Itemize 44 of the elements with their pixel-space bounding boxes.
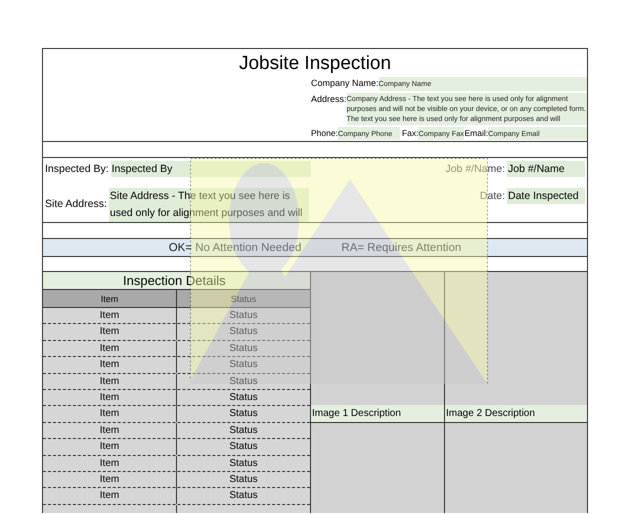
field-label: Company Name: — [311, 77, 379, 89]
image-description[interactable]: Image 1 Description — [311, 405, 445, 423]
field-label: Job #/Name: — [445, 162, 505, 177]
table-cell: Item — [43, 390, 177, 406]
legend-text: RA= Requires Attention — [341, 241, 462, 256]
table-cell: Item — [43, 374, 177, 390]
table-cell: Item — [43, 456, 177, 472]
table-cell-text: Status — [228, 456, 259, 471]
table-cell-text: Status — [228, 309, 259, 323]
input-field[interactable]: Job #/Name — [507, 161, 585, 177]
input-field[interactable]: Site Address - The text you see here is used only for alignment purposes and will — [108, 188, 309, 222]
table-cell-text: Status — [228, 390, 259, 405]
table-cell-text: Status — [228, 358, 259, 372]
table-cell: Item — [43, 308, 177, 324]
table-cell: Item — [43, 439, 177, 456]
table-cell-text: Status — [228, 374, 259, 389]
field-label: Inspected By: — [45, 162, 109, 177]
table-cell-text: Status — [228, 342, 259, 356]
table-cell: Item — [43, 340, 177, 357]
table-cell: Item — [43, 488, 177, 504]
field-label: Site Address: — [45, 197, 107, 212]
table-cell: Item — [43, 422, 177, 439]
input-field[interactable]: Date Inspected — [507, 188, 585, 204]
field-label: Date: — [480, 189, 505, 204]
field-label: Fax: — [402, 127, 418, 140]
table-cell-text: Status — [228, 424, 259, 438]
table-cell: Item — [43, 324, 177, 340]
field-label: Phone: — [311, 127, 338, 140]
field-label: Email: — [464, 127, 488, 140]
form-title: Jobsite Inspection — [238, 52, 392, 76]
image-description[interactable]: Image 2 Description — [445, 405, 587, 423]
table-cell: Item — [43, 472, 177, 488]
table-cell: Item — [43, 406, 177, 422]
table-cell-text: Status — [228, 325, 259, 340]
column-header: Status — [230, 293, 258, 306]
table-cell-text: Status — [228, 489, 259, 504]
input-field[interactable]: Inspected By — [110, 161, 311, 177]
table-cell-text: Status — [228, 440, 259, 454]
legend-text: OK= No Attention Needed — [168, 241, 302, 256]
table-cell-text: Status — [228, 407, 259, 422]
table-cell: Item — [43, 357, 177, 374]
section-title: Inspection Details — [43, 272, 310, 290]
field-label: Address: — [311, 93, 347, 105]
table-cell-text: Status — [228, 472, 259, 487]
